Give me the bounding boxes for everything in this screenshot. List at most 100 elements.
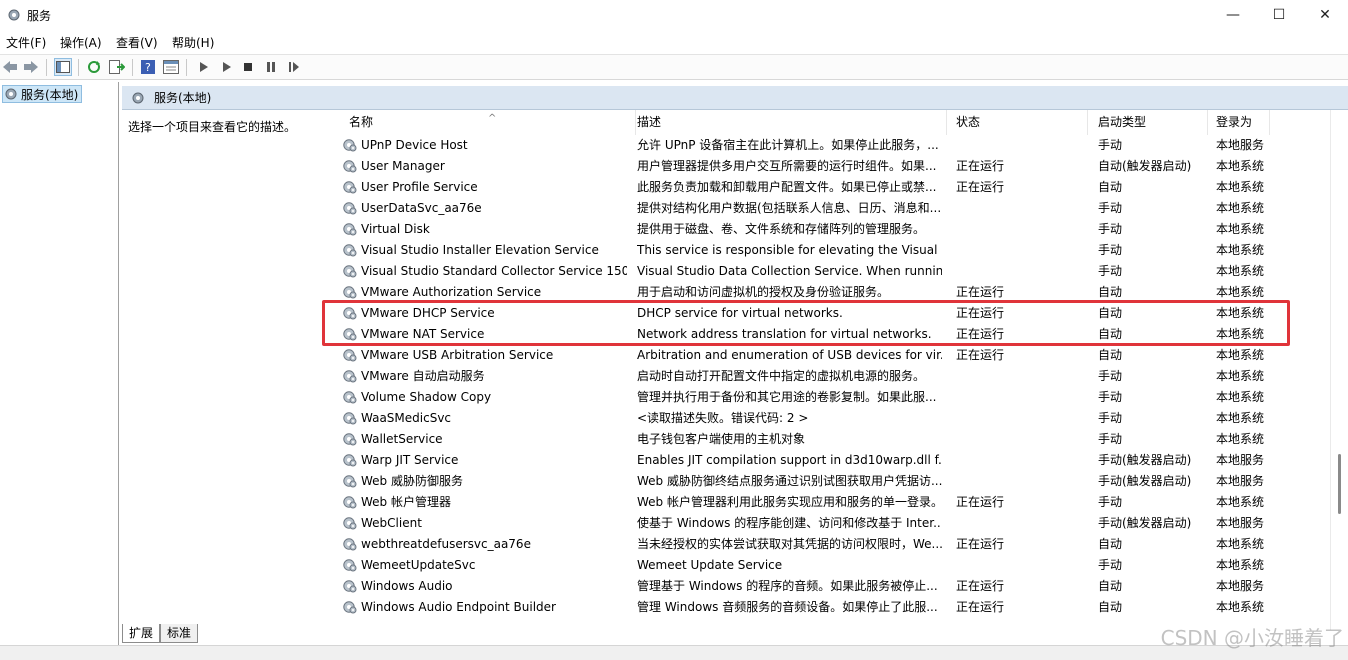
- service-name: WemeetUpdateSvc: [341, 555, 627, 576]
- properties-icon: [163, 60, 179, 74]
- service-name-text: WebClient: [361, 516, 422, 530]
- service-name: Visual Studio Standard Collector Service…: [341, 261, 627, 282]
- help-button[interactable]: ?: [139, 58, 157, 76]
- service-name-text: Volume Shadow Copy: [361, 390, 492, 404]
- menu-file[interactable]: 文件(F): [6, 34, 46, 51]
- service-name-text: Web 帐户管理器: [361, 495, 451, 509]
- service-status: 正在运行: [956, 600, 1005, 614]
- show-hide-console-tree-button[interactable]: [54, 58, 72, 76]
- service-description: Web 帐户管理器利用此服务实现应用和服务的单一登录。: [637, 495, 942, 509]
- play-outline-icon: [223, 62, 231, 72]
- service-startup-type: 手动(触发器启动): [1098, 453, 1192, 467]
- menu-action[interactable]: 操作(A): [60, 34, 102, 51]
- service-logon-as: 本地服务: [1216, 516, 1265, 530]
- table-row[interactable]: Visual Studio Standard Collector Service…: [327, 261, 1335, 282]
- minimize-icon: —: [1226, 7, 1240, 23]
- refresh-button[interactable]: [85, 58, 103, 76]
- column-header-description[interactable]: 描述: [629, 110, 947, 135]
- service-description: 管理 Windows 音频服务的音频设备。如果停止了此服...: [637, 600, 938, 614]
- service-name: Web 帐户管理器: [341, 492, 627, 513]
- service-startup-type: 手动: [1098, 222, 1123, 236]
- back-button[interactable]: [1, 58, 19, 76]
- menu-help[interactable]: 帮助(H): [172, 34, 214, 51]
- service-description: 提供用于磁盘、卷、文件系统和存储阵列的管理服务。: [637, 222, 926, 236]
- restart-service-button[interactable]: [285, 58, 303, 76]
- table-row[interactable]: WaaSMedicSvc <读取描述失败。错误代码: 2 > 手动 本地系统: [327, 408, 1335, 429]
- table-row[interactable]: Web 帐户管理器 Web 帐户管理器利用此服务实现应用和服务的单一登录。 正在运行…: [327, 492, 1335, 513]
- toolbar: ?: [0, 54, 1348, 80]
- table-row[interactable]: WebClient 使基于 Windows 的程序能创建、访问和修改基于 Inte…: [327, 513, 1335, 534]
- export-list-button[interactable]: [108, 58, 126, 76]
- service-startup-type: 自动: [1098, 180, 1123, 194]
- table-row[interactable]: webthreatdefusersvc_aa76e 当未经授权的实体尝试获取对其凭…: [327, 534, 1335, 555]
- sort-ascending-icon: ^: [488, 113, 497, 124]
- table-row[interactable]: UserDataSvc_aa76e 提供对结构化用户数据(包括联系人信息、日历、消…: [327, 198, 1335, 219]
- service-startup-type: 手动: [1098, 243, 1123, 257]
- minimize-button[interactable]: —: [1210, 0, 1256, 30]
- service-startup-type: 手动: [1098, 264, 1123, 278]
- properties-button[interactable]: [162, 58, 180, 76]
- close-icon: ✕: [1319, 7, 1331, 23]
- refresh-icon: [88, 61, 100, 73]
- service-status: [956, 450, 1086, 471]
- table-row[interactable]: User Profile Service 此服务负责加载和卸载用户配置文件。如果已…: [327, 177, 1335, 198]
- table-row[interactable]: VMware 自动启动服务 启动时自动打开配置文件中指定的虚拟机电源的服务。 手动 本…: [327, 366, 1335, 387]
- column-header-name[interactable]: 名称 ^: [341, 110, 636, 135]
- scrollbar-thumb[interactable]: [1338, 454, 1341, 514]
- table-row[interactable]: UPnP Device Host 允许 UPnP 设备宿主在此计算机上。如果停止此…: [327, 135, 1335, 156]
- table-row[interactable]: Warp JIT Service Enables JIT compilation …: [327, 450, 1335, 471]
- tab-standard[interactable]: 标准: [160, 624, 199, 643]
- service-name-text: Warp JIT Service: [361, 453, 459, 467]
- service-logon-as: 本地系统: [1216, 264, 1265, 278]
- table-row[interactable]: User Manager 用户管理器提供多用户交互所需要的运行时组件。如果... 正…: [327, 156, 1335, 177]
- table-row[interactable]: Web 威胁防御服务 Web 威胁防御终结点服务通过识别试图获取用户凭据访... 手…: [327, 471, 1335, 492]
- table-row[interactable]: WemeetUpdateSvc Wemeet Update Service 手动 本地…: [327, 555, 1335, 576]
- forward-button[interactable]: [22, 58, 40, 76]
- service-name-text: VMware 自动启动服务: [361, 369, 485, 383]
- service-description: 使基于 Windows 的程序能创建、访问和修改基于 Inter...: [637, 516, 942, 530]
- service-gear-icon: [341, 599, 357, 615]
- service-gear-icon: [341, 200, 357, 216]
- service-description: 启动时自动打开配置文件中指定的虚拟机电源的服务。: [637, 369, 926, 383]
- maximize-button[interactable]: ☐: [1256, 0, 1302, 30]
- table-row[interactable]: Windows Audio 管理基于 Windows 的程序的音频。如果此服务被停…: [327, 576, 1335, 597]
- service-description: Visual Studio Data Collection Service. W…: [637, 264, 942, 278]
- column-header-logon-as[interactable]: 登录为: [1208, 110, 1270, 135]
- service-description: 电子钱包客户端使用的主机对象: [637, 432, 806, 446]
- console-tree: 服务(本地): [0, 82, 119, 645]
- service-name: WalletService: [341, 429, 627, 450]
- service-logon-as: 本地服务: [1216, 138, 1265, 152]
- table-row[interactable]: Windows Audio Endpoint Builder 管理 Windows…: [327, 597, 1335, 618]
- watermark: CSDN @小汝睡着了: [1160, 626, 1344, 650]
- column-header-status[interactable]: 状态: [948, 110, 1088, 135]
- service-logon-as: 本地系统: [1216, 159, 1265, 173]
- services-pane: 服务(本地) 选择一个项目来查看它的描述。 名称 ^ 描述 状态 启动类型 登录…: [122, 82, 1348, 645]
- service-gear-icon: [341, 158, 357, 174]
- service-description: Web 威胁防御终结点服务通过识别试图获取用户凭据访...: [637, 474, 942, 488]
- tab-extended[interactable]: 扩展: [122, 624, 161, 643]
- service-startup-type: 手动: [1098, 390, 1123, 404]
- pause-icon: [267, 62, 275, 72]
- table-row[interactable]: Volume Shadow Copy 管理并执行用于备份和其它用途的卷影复制。如果…: [327, 387, 1335, 408]
- stop-service-button[interactable]: [239, 58, 257, 76]
- column-header-startup-type[interactable]: 启动类型: [1090, 110, 1208, 135]
- close-button[interactable]: ✕: [1302, 0, 1348, 30]
- service-logon-as: 本地服务: [1216, 453, 1265, 467]
- menu-view[interactable]: 查看(V): [116, 34, 158, 51]
- service-name: Windows Audio: [341, 576, 627, 597]
- service-name-text: webthreatdefusersvc_aa76e: [361, 537, 531, 551]
- service-gear-icon: [341, 284, 357, 300]
- play-icon: [200, 62, 208, 72]
- services-list: 名称 ^ 描述 状态 启动类型 登录为 UPnP Device Host 允许 U…: [327, 110, 1348, 630]
- table-row[interactable]: Visual Studio Installer Elevation Servic…: [327, 240, 1335, 261]
- table-row[interactable]: VMware USB Arbitration Service Arbitratio…: [327, 345, 1335, 366]
- start-service-button[interactable]: [194, 58, 212, 76]
- table-row[interactable]: Virtual Disk 提供用于磁盘、卷、文件系统和存储阵列的管理服务。 手动 本地…: [327, 219, 1335, 240]
- pause-service-button[interactable]: [262, 58, 280, 76]
- vertical-scrollbar[interactable]: [1330, 110, 1348, 630]
- tree-item-services-local[interactable]: 服务(本地): [2, 85, 83, 103]
- table-row[interactable]: WalletService 电子钱包客户端使用的主机对象 手动 本地系统: [327, 429, 1335, 450]
- start-service-alt-button[interactable]: [217, 58, 235, 76]
- menu-bar: 文件(F) 操作(A) 查看(V) 帮助(H): [0, 31, 1348, 52]
- service-startup-type: 自动: [1098, 537, 1123, 551]
